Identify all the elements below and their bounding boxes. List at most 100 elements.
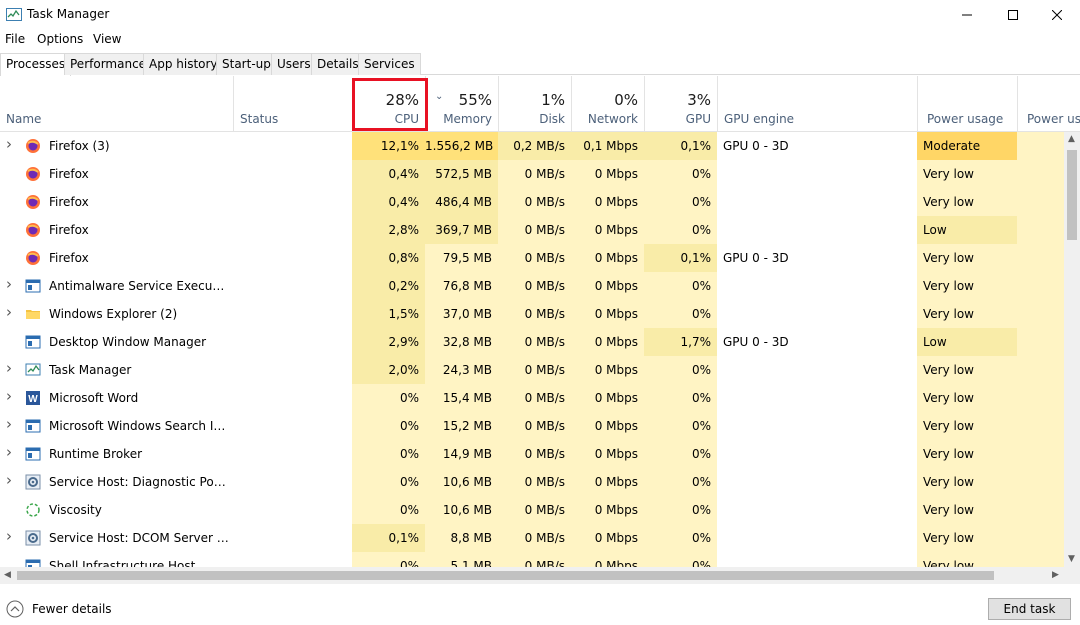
- tab-start-up[interactable]: Start-up: [216, 53, 277, 75]
- process-power-usage-trend: [1017, 188, 1064, 216]
- process-gpu: 0%: [644, 440, 717, 468]
- tab-app-history[interactable]: App history: [143, 53, 224, 75]
- process-row[interactable]: › W Microsoft Word 0% 15,4 MB 0 MB/s 0 Mbps 0% V…: [0, 384, 1064, 412]
- minimize-button[interactable]: [944, 0, 990, 30]
- expand-chevron-icon[interactable]: ›: [6, 137, 12, 152]
- tab-users[interactable]: Users: [271, 53, 317, 75]
- svg-text:W: W: [28, 394, 38, 405]
- process-gpu-engine: [717, 384, 917, 412]
- process-gpu-engine: [717, 468, 917, 496]
- column-memory-label: Memory: [443, 112, 492, 126]
- expand-chevron-icon[interactable]: ›: [6, 473, 12, 488]
- process-row[interactable]: Firefox 2,8% 369,7 MB 0 MB/s 0 Mbps 0% Low: [0, 216, 1064, 244]
- process-gpu-engine: GPU 0 - 3D: [723, 335, 789, 349]
- process-row[interactable]: › Firefox (3) 12,1% 1.556,2 MB 0,2 MB/s 0,1 M…: [0, 132, 1064, 160]
- process-power-usage-trend: [1017, 440, 1064, 468]
- expand-chevron-icon[interactable]: ›: [6, 305, 12, 320]
- process-row[interactable]: › Antimalware Service Executable 0,2% 76,8 …: [0, 272, 1064, 300]
- tab-details[interactable]: Details: [311, 53, 365, 75]
- column-status[interactable]: Status: [233, 76, 352, 132]
- process-cpu: 0,8%: [352, 244, 425, 272]
- column-gpu-label: GPU: [685, 112, 711, 126]
- column-network[interactable]: 0% Network: [571, 76, 644, 132]
- process-network: 0 Mbps: [571, 440, 644, 468]
- process-status: [233, 468, 352, 496]
- process-network: 0 Mbps: [571, 160, 644, 188]
- process-status: [233, 440, 352, 468]
- process-gpu: 0%: [644, 160, 717, 188]
- process-row[interactable]: Desktop Window Manager 2,9% 32,8 MB 0 MB/s 0…: [0, 328, 1064, 356]
- tab-services[interactable]: Services: [358, 53, 421, 75]
- vertical-scrollbar[interactable]: ▲ ▼: [1064, 132, 1080, 567]
- menu-file[interactable]: File: [5, 32, 25, 46]
- close-button[interactable]: [1034, 0, 1080, 30]
- tab-performance[interactable]: Performance: [64, 53, 153, 75]
- process-gpu-engine: [717, 440, 917, 468]
- process-network: 0 Mbps: [571, 524, 644, 552]
- scroll-down-arrow-icon[interactable]: ▼: [1068, 554, 1075, 564]
- process-row[interactable]: › Windows Explorer (2) 1,5% 37,0 MB 0 MB/s 0 …: [0, 300, 1064, 328]
- process-network: 0 Mbps: [571, 216, 644, 244]
- process-row[interactable]: Firefox 0,4% 572,5 MB 0 MB/s 0 Mbps 0% Very lo…: [0, 160, 1064, 188]
- tab-processes[interactable]: Processes: [0, 53, 72, 76]
- process-memory: 32,8 MB: [425, 328, 498, 356]
- process-network: 0 Mbps: [571, 356, 644, 384]
- expand-chevron-icon[interactable]: ›: [6, 529, 12, 544]
- process-name: Microsoft Word: [49, 391, 139, 405]
- expand-chevron-icon[interactable]: ›: [6, 445, 12, 460]
- process-status: [233, 160, 352, 188]
- process-disk: 0 MB/s: [498, 272, 571, 300]
- process-memory: 486,4 MB: [425, 188, 498, 216]
- scroll-left-arrow-icon[interactable]: ◀: [4, 570, 11, 580]
- process-row[interactable]: › Service Host: DCOM Server Proc... 0,1%8,…: [0, 524, 1064, 552]
- process-gpu-engine: [717, 356, 917, 384]
- process-disk: 0 MB/s: [498, 552, 571, 567]
- maximize-button[interactable]: [990, 0, 1036, 30]
- expand-chevron-icon[interactable]: ›: [6, 417, 12, 432]
- process-row[interactable]: › Task Manager 2,0% 24,3 MB 0 MB/s 0 Mbps 0% Ve…: [0, 356, 1064, 384]
- column-gpu[interactable]: 3% GPU: [644, 76, 717, 132]
- menu-view[interactable]: View: [93, 32, 121, 46]
- menu-options[interactable]: Options: [37, 32, 83, 46]
- process-disk: 0 MB/s: [498, 384, 571, 412]
- horizontal-scroll-thumb[interactable]: [17, 571, 994, 580]
- process-gpu: 0%: [644, 272, 717, 300]
- process-row[interactable]: › Runtime Broker 0% 14,9 MB 0 MB/s 0 Mbps 0% Ve…: [0, 440, 1064, 468]
- process-row[interactable]: Viscosity 0% 10,6 MB 0 MB/s 0 Mbps 0% Very low: [0, 496, 1064, 524]
- process-network: 0 Mbps: [571, 552, 644, 567]
- process-row[interactable]: Firefox 0,4% 486,4 MB 0 MB/s 0 Mbps 0% Very lo…: [0, 188, 1064, 216]
- expand-chevron-icon[interactable]: ›: [6, 277, 12, 292]
- vertical-scroll-thumb[interactable]: [1067, 150, 1077, 240]
- process-network: 0 Mbps: [571, 496, 644, 524]
- column-gpu-engine-label: GPU engine: [724, 112, 795, 126]
- scroll-right-arrow-icon[interactable]: ▶: [1052, 570, 1059, 580]
- scroll-up-arrow-icon[interactable]: ▲: [1068, 134, 1075, 144]
- process-row[interactable]: › Microsoft Windows Search Inde... 0% 15,2 …: [0, 412, 1064, 440]
- process-name: Task Manager: [49, 363, 132, 377]
- end-task-button[interactable]: End task: [988, 598, 1071, 620]
- expand-chevron-icon[interactable]: ›: [6, 361, 12, 376]
- column-power-usage-trend[interactable]: Power usa: [1017, 76, 1080, 132]
- column-disk[interactable]: 1% Disk: [498, 76, 571, 132]
- column-cpu[interactable]: 28% CPU: [352, 76, 425, 132]
- chevron-up-circle-icon: [6, 600, 24, 618]
- process-row[interactable]: Firefox 0,8% 79,5 MB 0 MB/s 0 Mbps 0,1% GPU 0 …: [0, 244, 1064, 272]
- process-cpu: 0%: [352, 552, 425, 567]
- expand-chevron-icon[interactable]: ›: [6, 389, 12, 404]
- process-memory: 14,9 MB: [425, 440, 498, 468]
- process-row[interactable]: ›Service Host: Diagnostic Policy ...0%10…: [0, 468, 1064, 496]
- column-gpu-engine[interactable]: GPU engine: [717, 76, 917, 132]
- process-cpu: 0%: [352, 440, 425, 468]
- process-row[interactable]: Shell Infrastructure Host 0% 5,1 MB 0 MB/s 0…: [0, 552, 1064, 567]
- column-memory[interactable]: ⌄ 55% Memory: [425, 76, 498, 132]
- process-status: [233, 356, 352, 384]
- maximize-icon: [1008, 10, 1018, 20]
- service-window-icon: [25, 558, 41, 567]
- process-network: 0 Mbps: [571, 244, 644, 272]
- process-power-usage: Low: [917, 328, 1017, 356]
- column-name[interactable]: Name: [0, 76, 233, 132]
- horizontal-scrollbar[interactable]: ◀ ▶: [0, 567, 1080, 584]
- process-disk: 0 MB/s: [498, 468, 571, 496]
- column-power-usage[interactable]: Power usage: [917, 76, 1017, 132]
- process-gpu-engine: [717, 216, 917, 244]
